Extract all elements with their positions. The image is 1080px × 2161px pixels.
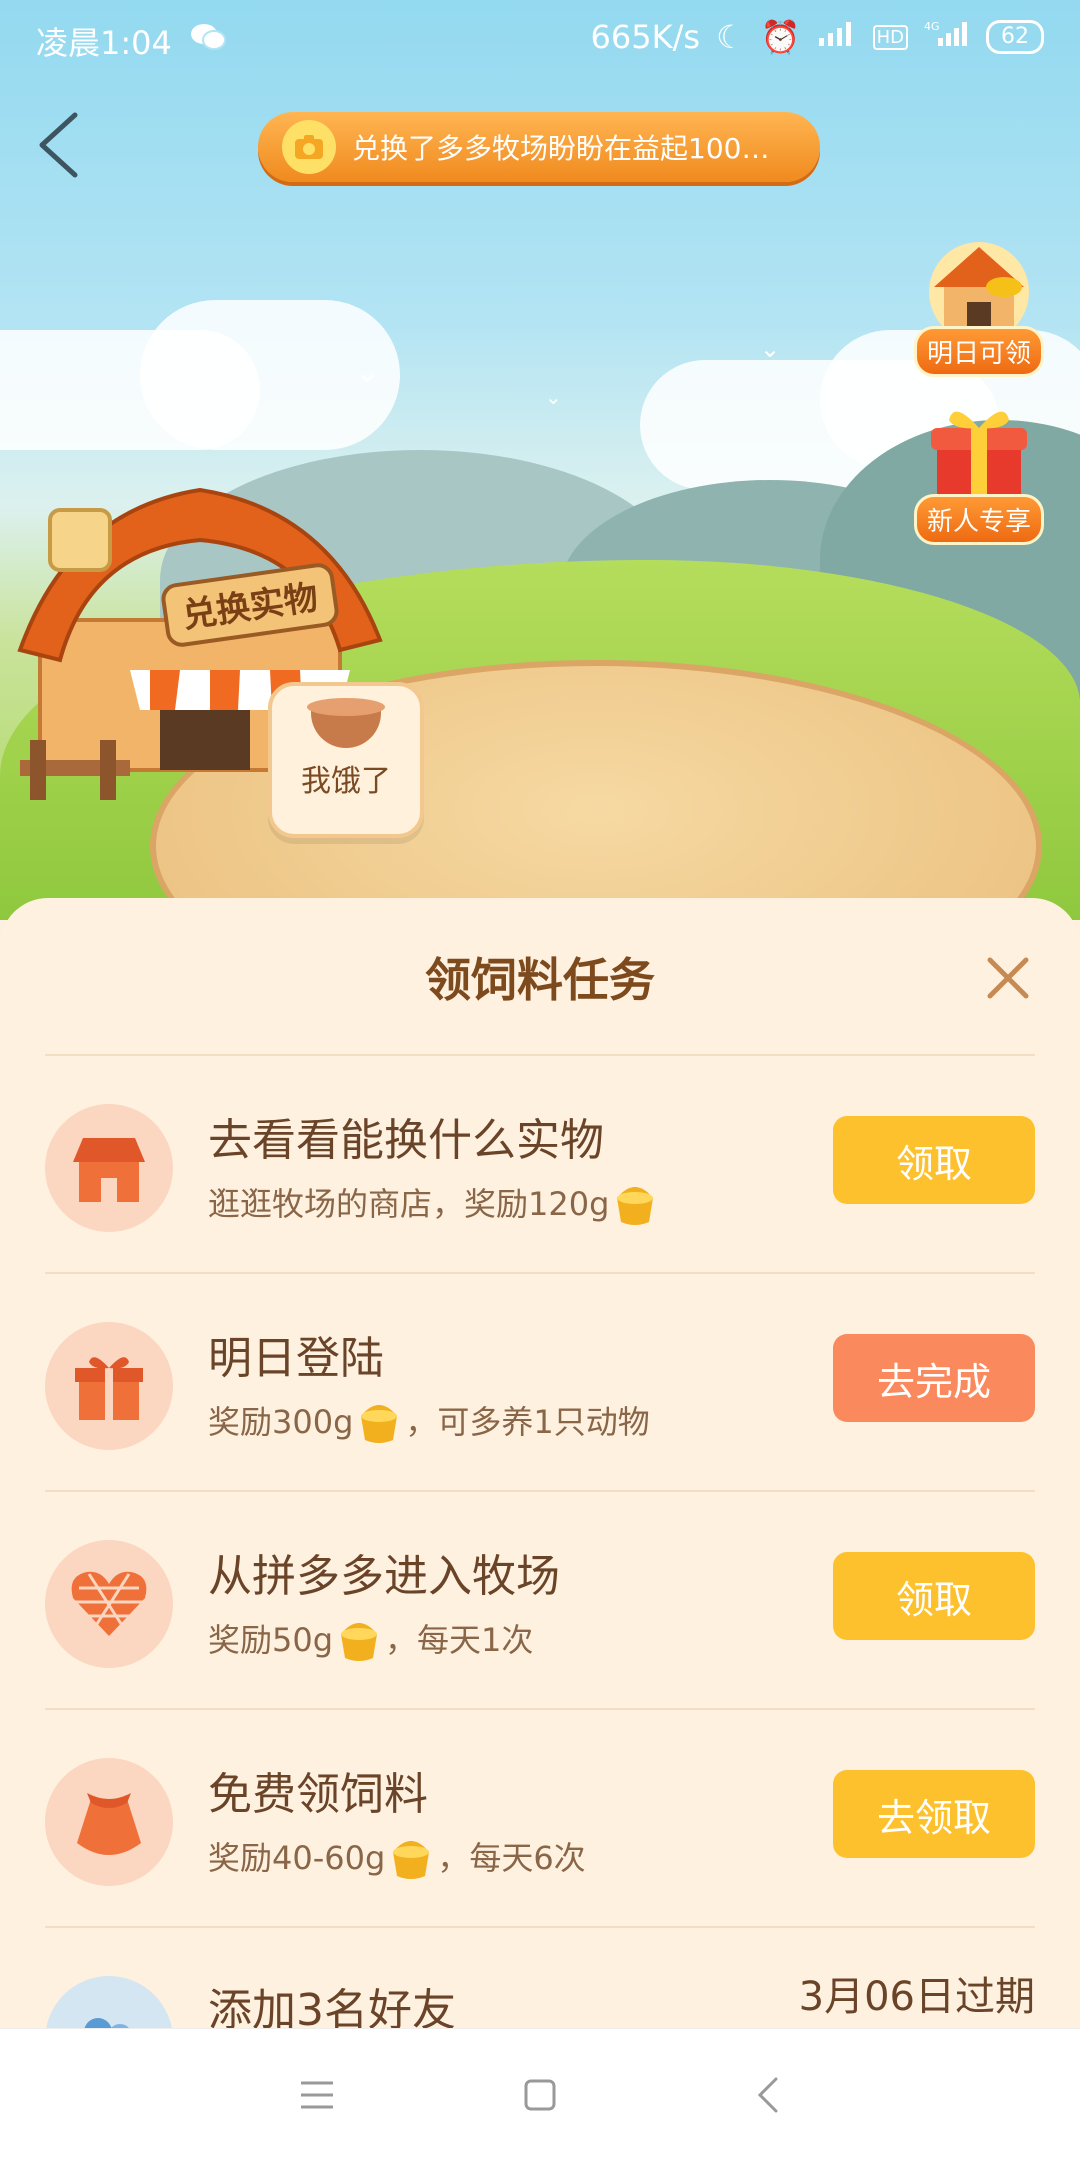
task-title: 明日登陆: [208, 1333, 384, 1384]
bird-icon: ⌄: [760, 335, 781, 363]
bird-icon: ⌄: [355, 355, 381, 390]
bird-icon: ⌄: [545, 385, 562, 409]
task-title: 从拼多多进入牧场: [208, 1551, 560, 1602]
system-nav-bar: [0, 2028, 1080, 2161]
battery-level: 62: [986, 20, 1044, 54]
task-reward: 奖励50g ，每天1次: [208, 1614, 533, 1662]
task-reward-text: 逛逛牧场的商店，奖励120g: [208, 1185, 610, 1223]
task-reward: 奖励40-60g ，每天6次: [208, 1832, 586, 1880]
status-time: 凌晨1:04: [36, 24, 172, 62]
net-speed: 665K/s: [590, 18, 701, 56]
hd-icon: HD: [872, 24, 908, 50]
task-reward: 奖励300g ，可多养1只动物: [208, 1396, 650, 1444]
task-row: 免费领饲料 奖励40-60g ，每天6次 去领取: [0, 1710, 1080, 1928]
feed-pot-icon: [613, 1178, 657, 1226]
feed-bag-icon: [45, 1758, 173, 1886]
task-row: 添加3名好友 3月06日过期: [0, 1928, 1080, 2028]
task-reward: 逛逛牧场的商店，奖励120g: [208, 1178, 661, 1226]
task-title: 去看看能换什么实物: [208, 1115, 604, 1166]
task-reward-text: 奖励40-60g: [208, 1839, 386, 1877]
newcomer-label: 新人专享: [914, 494, 1044, 545]
feed-pot-icon: [337, 1614, 381, 1662]
claim-button[interactable]: 领取: [833, 1116, 1035, 1204]
shop-icon: [45, 1104, 173, 1232]
signal-4g-icon: 4G: [924, 18, 970, 56]
task-title: 添加3名好友: [208, 1985, 456, 2028]
task-reward-text: 奖励50g: [208, 1621, 334, 1659]
task-reward-suffix: ，可多养1只动物: [405, 1403, 650, 1441]
friends-icon: [45, 1976, 173, 2028]
newcomer-button[interactable]: 新人专享: [914, 400, 1044, 545]
heart-icon: [45, 1540, 173, 1668]
camera-icon: [282, 120, 336, 174]
wechat-icon: [190, 22, 226, 60]
task-row: 去看看能换什么实物 逛逛牧场的商店，奖励120g 领取: [0, 1056, 1080, 1274]
bowl-icon: [307, 698, 385, 748]
claim-tomorrow-label: 明日可领: [914, 326, 1044, 377]
feed-pot-icon: [389, 1832, 433, 1880]
expire-date: 3月06日过期: [798, 1974, 1035, 2020]
task-row: 明日登陆 奖励300g ，可多养1只动物 去完成: [0, 1274, 1080, 1492]
task-row: 从拼多多进入牧场 奖励50g ，每天1次 领取: [0, 1492, 1080, 1710]
go-claim-button[interactable]: 去领取: [833, 1770, 1035, 1858]
home-icon[interactable]: [510, 2065, 570, 2125]
signal-icon: [817, 18, 857, 56]
claim-button[interactable]: 领取: [833, 1552, 1035, 1640]
close-icon[interactable]: [978, 948, 1038, 1008]
task-reward-suffix: ，每天1次: [385, 1621, 534, 1659]
task-reward-text: 奖励300g: [208, 1403, 354, 1441]
back-icon[interactable]: [738, 2065, 798, 2125]
task-reward-suffix: ，每天6次: [437, 1839, 586, 1877]
moon-icon: ☾: [716, 18, 745, 56]
go-complete-button[interactable]: 去完成: [833, 1334, 1035, 1422]
claim-tomorrow-button[interactable]: 明日可领: [914, 232, 1044, 377]
back-arrow-icon[interactable]: [30, 105, 90, 185]
hungry-bubble[interactable]: 我饿了: [268, 682, 424, 838]
exchange-ticker[interactable]: 兑换了多多牧场盼盼在益起100ml...: [258, 112, 820, 182]
panel-title: 领饲料任务: [425, 953, 655, 1007]
gift-icon: [45, 1322, 173, 1450]
hungry-label: 我饿了: [301, 764, 391, 799]
alarm-icon: ⏰: [760, 18, 801, 56]
feed-pot-icon: [357, 1396, 401, 1444]
status-bar: 凌晨1:04 665K/s ☾ ⏰ HD 4G 62: [0, 0, 1080, 80]
ticker-text: 兑换了多多牧场盼盼在益起100ml...: [352, 132, 792, 165]
svg-text:4G: 4G: [924, 20, 940, 33]
task-title: 免费领饲料: [208, 1769, 428, 1820]
menu-icon[interactable]: [287, 2065, 347, 2125]
feed-task-panel: 领饲料任务 去看看能换什么实物 逛逛牧场的商店，奖励120g 领取 明日登陆 奖…: [0, 898, 1080, 2028]
